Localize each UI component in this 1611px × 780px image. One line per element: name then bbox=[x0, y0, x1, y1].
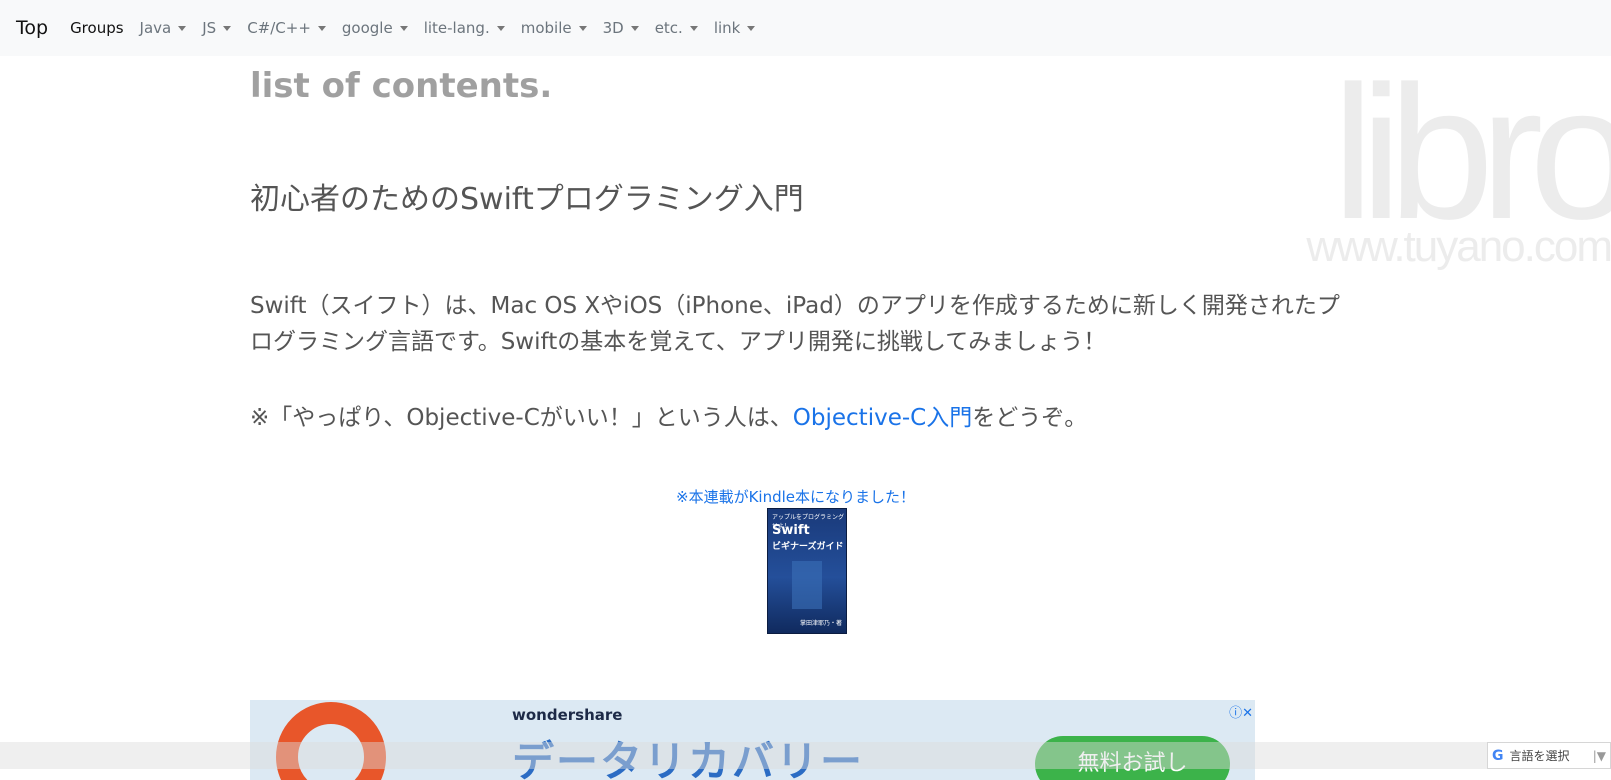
page-title: 初心者のためのSwiftプログラミング入門 bbox=[250, 182, 804, 217]
book-illustration bbox=[792, 561, 822, 609]
nav-label: google bbox=[341, 19, 393, 37]
nav-item-google[interactable]: google bbox=[342, 19, 408, 37]
nav-item-groups[interactable]: Groups bbox=[70, 19, 123, 37]
caret-down-icon bbox=[630, 25, 639, 31]
nav-label: etc. bbox=[654, 19, 683, 37]
caret-down-icon bbox=[223, 25, 232, 31]
watermark-url: www.tuyano.com bbox=[1306, 222, 1611, 271]
nav-label: link bbox=[713, 19, 741, 37]
book-cover-image[interactable]: アップルをプログラミングせよ！ Swift ビギナーズガイド 掌田津耶乃・著 bbox=[767, 508, 847, 634]
kindle-book-link[interactable]: ※本連載がKindle本になりました！ bbox=[676, 486, 915, 507]
note-suffix: をどうぞ。 bbox=[972, 405, 1088, 431]
nav-item-3d[interactable]: 3D bbox=[603, 19, 639, 37]
intro-paragraph: Swift（スイフト）は、Mac OS XやiOS（iPhone、iPad）のア… bbox=[250, 293, 1340, 355]
dropdown-arrow-icon: |▼ bbox=[1592, 748, 1606, 763]
caret-down-icon bbox=[317, 25, 326, 31]
brand-link[interactable]: Top bbox=[16, 17, 48, 39]
nav-item-js[interactable]: JS bbox=[202, 19, 232, 37]
nav-item-lite-lang[interactable]: lite-lang. bbox=[424, 19, 505, 37]
bottom-overlay-strip bbox=[0, 742, 1611, 769]
caret-down-icon bbox=[496, 25, 505, 31]
nav-label: 3D bbox=[602, 19, 624, 37]
book-subtitle: ビギナーズガイド bbox=[772, 542, 844, 552]
google-g-icon: G bbox=[1492, 747, 1504, 764]
location-title: list of contents. bbox=[250, 66, 553, 106]
nav-label: C#/C++ bbox=[247, 19, 311, 37]
caret-down-icon bbox=[178, 25, 187, 31]
nav-label: lite-lang. bbox=[423, 19, 490, 37]
book-author: 掌田津耶乃・著 bbox=[799, 620, 842, 627]
objective-c-link[interactable]: Objective-C入門 bbox=[793, 405, 972, 431]
nav-item-etc[interactable]: etc. bbox=[655, 19, 698, 37]
nav-label: JS bbox=[202, 19, 217, 37]
nav-item-java[interactable]: Java bbox=[140, 19, 187, 37]
objective-c-note: ※「やっぱり、Objective-Cがいい！」という人は、Objective-C… bbox=[250, 398, 1087, 432]
language-select-label: 言語を選択 bbox=[1509, 749, 1570, 763]
libro-watermark-logo: libro bbox=[1331, 47, 1611, 259]
caret-down-icon bbox=[747, 25, 756, 31]
nav-item-mobile[interactable]: mobile bbox=[521, 19, 587, 37]
caret-down-icon bbox=[399, 25, 408, 31]
adchoices-close-icon[interactable]: ⓘ✕ bbox=[1229, 702, 1253, 721]
book-title: Swift bbox=[772, 523, 810, 538]
nav-label: mobile bbox=[520, 19, 572, 37]
language-select[interactable]: G 言語を選択 |▼ bbox=[1487, 742, 1611, 769]
ad-brand-logo: wondershare bbox=[512, 706, 623, 724]
nav-item-link[interactable]: link bbox=[714, 19, 756, 37]
nav-label: Java bbox=[139, 19, 172, 37]
note-prefix: ※「やっぱり、Objective-Cがいい！」という人は、 bbox=[250, 405, 793, 431]
caret-down-icon bbox=[578, 25, 587, 31]
caret-down-icon bbox=[689, 25, 698, 31]
nav-label: Groups bbox=[70, 19, 124, 37]
nav-item-csharp-cpp[interactable]: C#/C++ bbox=[247, 19, 326, 37]
